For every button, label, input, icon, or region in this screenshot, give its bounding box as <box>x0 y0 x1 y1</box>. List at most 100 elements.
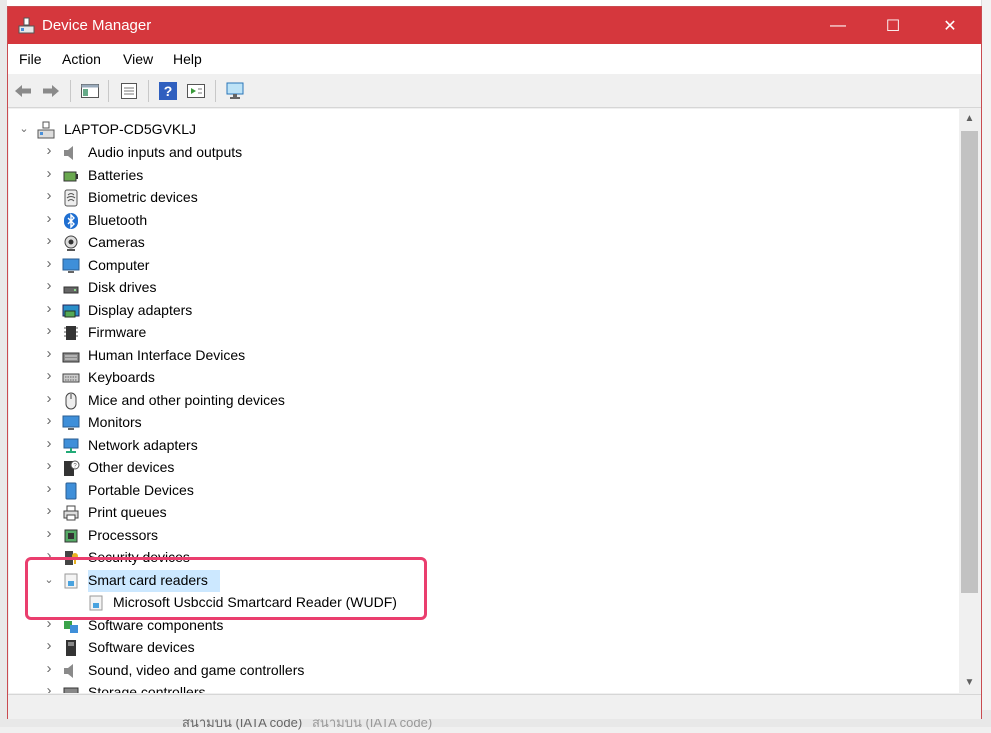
tree-category-row[interactable]: › Disk drives <box>9 277 949 299</box>
help-icon[interactable]: ? <box>158 81 178 101</box>
tree-category-row[interactable]: › Firmware <box>9 322 949 344</box>
chevron-right-icon[interactable]: › <box>43 188 55 203</box>
mouse-icon <box>65 392 77 409</box>
close-button[interactable]: ✕ <box>927 7 973 44</box>
background-left-strip <box>0 0 7 727</box>
tree-category-row[interactable]: › Processors <box>9 525 949 547</box>
title-bar[interactable]: Device Manager — ☐ ✕ <box>8 7 981 44</box>
chevron-down-icon[interactable]: ⌄ <box>43 574 55 586</box>
tree-category-label: Biometric devices <box>88 189 198 205</box>
chevron-right-icon[interactable]: › <box>43 481 55 496</box>
close-icon: ✕ <box>943 17 957 35</box>
scroll-up-button[interactable]: ▲ <box>959 109 980 129</box>
toolbar-separator <box>148 80 149 102</box>
chevron-right-icon[interactable]: › <box>43 548 55 563</box>
scrollbar-thumb[interactable] <box>961 131 978 593</box>
tree-category-row[interactable]: › Software devices <box>9 637 949 659</box>
tree-category-row[interactable]: › Audio inputs and outputs <box>9 142 949 164</box>
menu-file[interactable]: File <box>19 51 42 67</box>
tree-category-row[interactable]: › Print queues <box>9 502 949 524</box>
tree-category-row[interactable]: › Computer <box>9 255 949 277</box>
tree-category-row[interactable]: › Storage controllers <box>9 682 949 693</box>
tree-category-row[interactable]: › Monitors <box>9 412 949 434</box>
tree-category-label: Bluetooth <box>88 211 148 228</box>
chevron-right-icon[interactable]: › <box>43 368 55 383</box>
chevron-right-icon[interactable]: › <box>43 616 55 631</box>
chevron-right-icon[interactable]: › <box>43 391 55 406</box>
chevron-right-icon[interactable]: › <box>43 503 55 518</box>
maximize-button[interactable]: ☐ <box>870 7 916 44</box>
tree-category-row[interactable]: › Portable Devices <box>9 480 949 502</box>
tree-category-row[interactable]: › Bluetooth <box>9 210 949 232</box>
scan-hardware-icon[interactable] <box>225 81 245 101</box>
tree-category-label: Software components <box>88 616 224 633</box>
chevron-right-icon[interactable]: › <box>43 661 55 676</box>
battery-icon <box>63 171 78 181</box>
tree-category-row[interactable]: › Security devices <box>9 547 949 569</box>
tree-category-row[interactable]: › Software components <box>9 615 949 637</box>
chevron-right-icon[interactable]: › <box>43 301 55 316</box>
chevron-right-icon[interactable]: › <box>43 436 55 451</box>
sound-icon <box>64 663 73 678</box>
chevron-right-icon[interactable]: › <box>43 166 55 181</box>
properties-icon[interactable] <box>119 81 139 101</box>
tree-category-row[interactable]: › Network adapters <box>9 435 949 457</box>
chevron-right-icon[interactable]: › <box>43 526 55 541</box>
chevron-right-icon[interactable]: › <box>43 278 55 293</box>
security-device-icon <box>65 551 78 565</box>
chevron-right-icon[interactable]: › <box>43 638 55 653</box>
tree-category-row[interactable]: ›? Other devices <box>9 457 949 479</box>
chevron-down-icon[interactable]: ⌄ <box>18 123 30 135</box>
tree-category-row[interactable]: › Cameras <box>9 232 949 254</box>
tree-category-row[interactable]: › Biometric devices <box>9 187 949 209</box>
chevron-right-icon[interactable]: › <box>43 143 55 158</box>
toolbar-separator <box>70 80 71 102</box>
computer-icon <box>62 258 80 273</box>
tree-root[interactable]: ⌄ LAPTOP-CD5GVKLJ <box>9 119 949 141</box>
software-component-icon <box>64 620 78 633</box>
tree-category-label: Storage controllers <box>88 684 206 693</box>
tree-category-row[interactable]: › Display adapters <box>9 300 949 322</box>
portable-device-icon <box>65 482 77 499</box>
chevron-right-icon[interactable]: › <box>43 233 55 248</box>
forward-arrow-icon[interactable] <box>41 81 61 101</box>
vertical-scrollbar[interactable]: ▲ ▼ <box>959 109 980 693</box>
tree-category-row[interactable]: ⌄ Smart card readers <box>9 569 949 592</box>
tree-device-row[interactable]: Microsoft Usbccid Smartcard Reader (WUDF… <box>9 592 949 614</box>
tree-category-label: Computer <box>88 256 150 273</box>
maximize-icon: ☐ <box>885 17 901 35</box>
tree-category-row[interactable]: › Mice and other pointing devices <box>9 390 949 412</box>
network-icon <box>63 438 79 453</box>
tree-category-label: Mice and other pointing devices <box>88 391 285 408</box>
scroll-down-button[interactable]: ▼ <box>959 673 980 693</box>
software-device-icon <box>66 640 76 656</box>
tree-category-row[interactable]: › Sound, video and game controllers <box>9 660 949 682</box>
back-arrow-icon[interactable] <box>13 81 33 101</box>
chevron-right-icon[interactable]: › <box>43 323 55 338</box>
tree-category-label: Display adapters <box>88 301 193 318</box>
chevron-right-icon[interactable]: › <box>43 413 55 428</box>
device-tree[interactable]: ⌄ LAPTOP-CD5GVKLJ › Audio inputs and outp… <box>9 109 959 693</box>
chevron-right-icon[interactable]: › <box>43 683 55 693</box>
window-title: Device Manager <box>42 17 152 34</box>
menu-action[interactable]: Action <box>62 51 101 67</box>
smart-card-reader-icon <box>64 573 78 588</box>
tree-root-label: LAPTOP-CD5GVKLJ <box>64 121 197 137</box>
tree-category-label: Other devices <box>88 459 175 475</box>
chevron-right-icon[interactable]: › <box>43 256 55 271</box>
show-hide-console-tree-icon[interactable] <box>80 81 100 101</box>
tree-category-label: Software devices <box>88 639 195 655</box>
run-icon[interactable] <box>186 81 206 101</box>
fingerprint-icon <box>64 189 78 207</box>
chevron-right-icon[interactable]: › <box>43 211 55 226</box>
menu-help[interactable]: Help <box>173 51 202 67</box>
chevron-right-icon[interactable]: › <box>43 458 55 473</box>
tree-category-label: Disk drives <box>88 279 157 295</box>
chevron-right-icon[interactable]: › <box>43 346 55 361</box>
tree-category-row[interactable]: › Keyboards <box>9 367 949 389</box>
menu-view[interactable]: View <box>123 51 153 67</box>
tree-category-row[interactable]: › Batteries <box>9 165 949 187</box>
tree-category-label: Keyboards <box>88 369 155 385</box>
tree-category-row[interactable]: › Human Interface Devices <box>9 345 949 367</box>
minimize-button[interactable]: — <box>815 7 861 44</box>
